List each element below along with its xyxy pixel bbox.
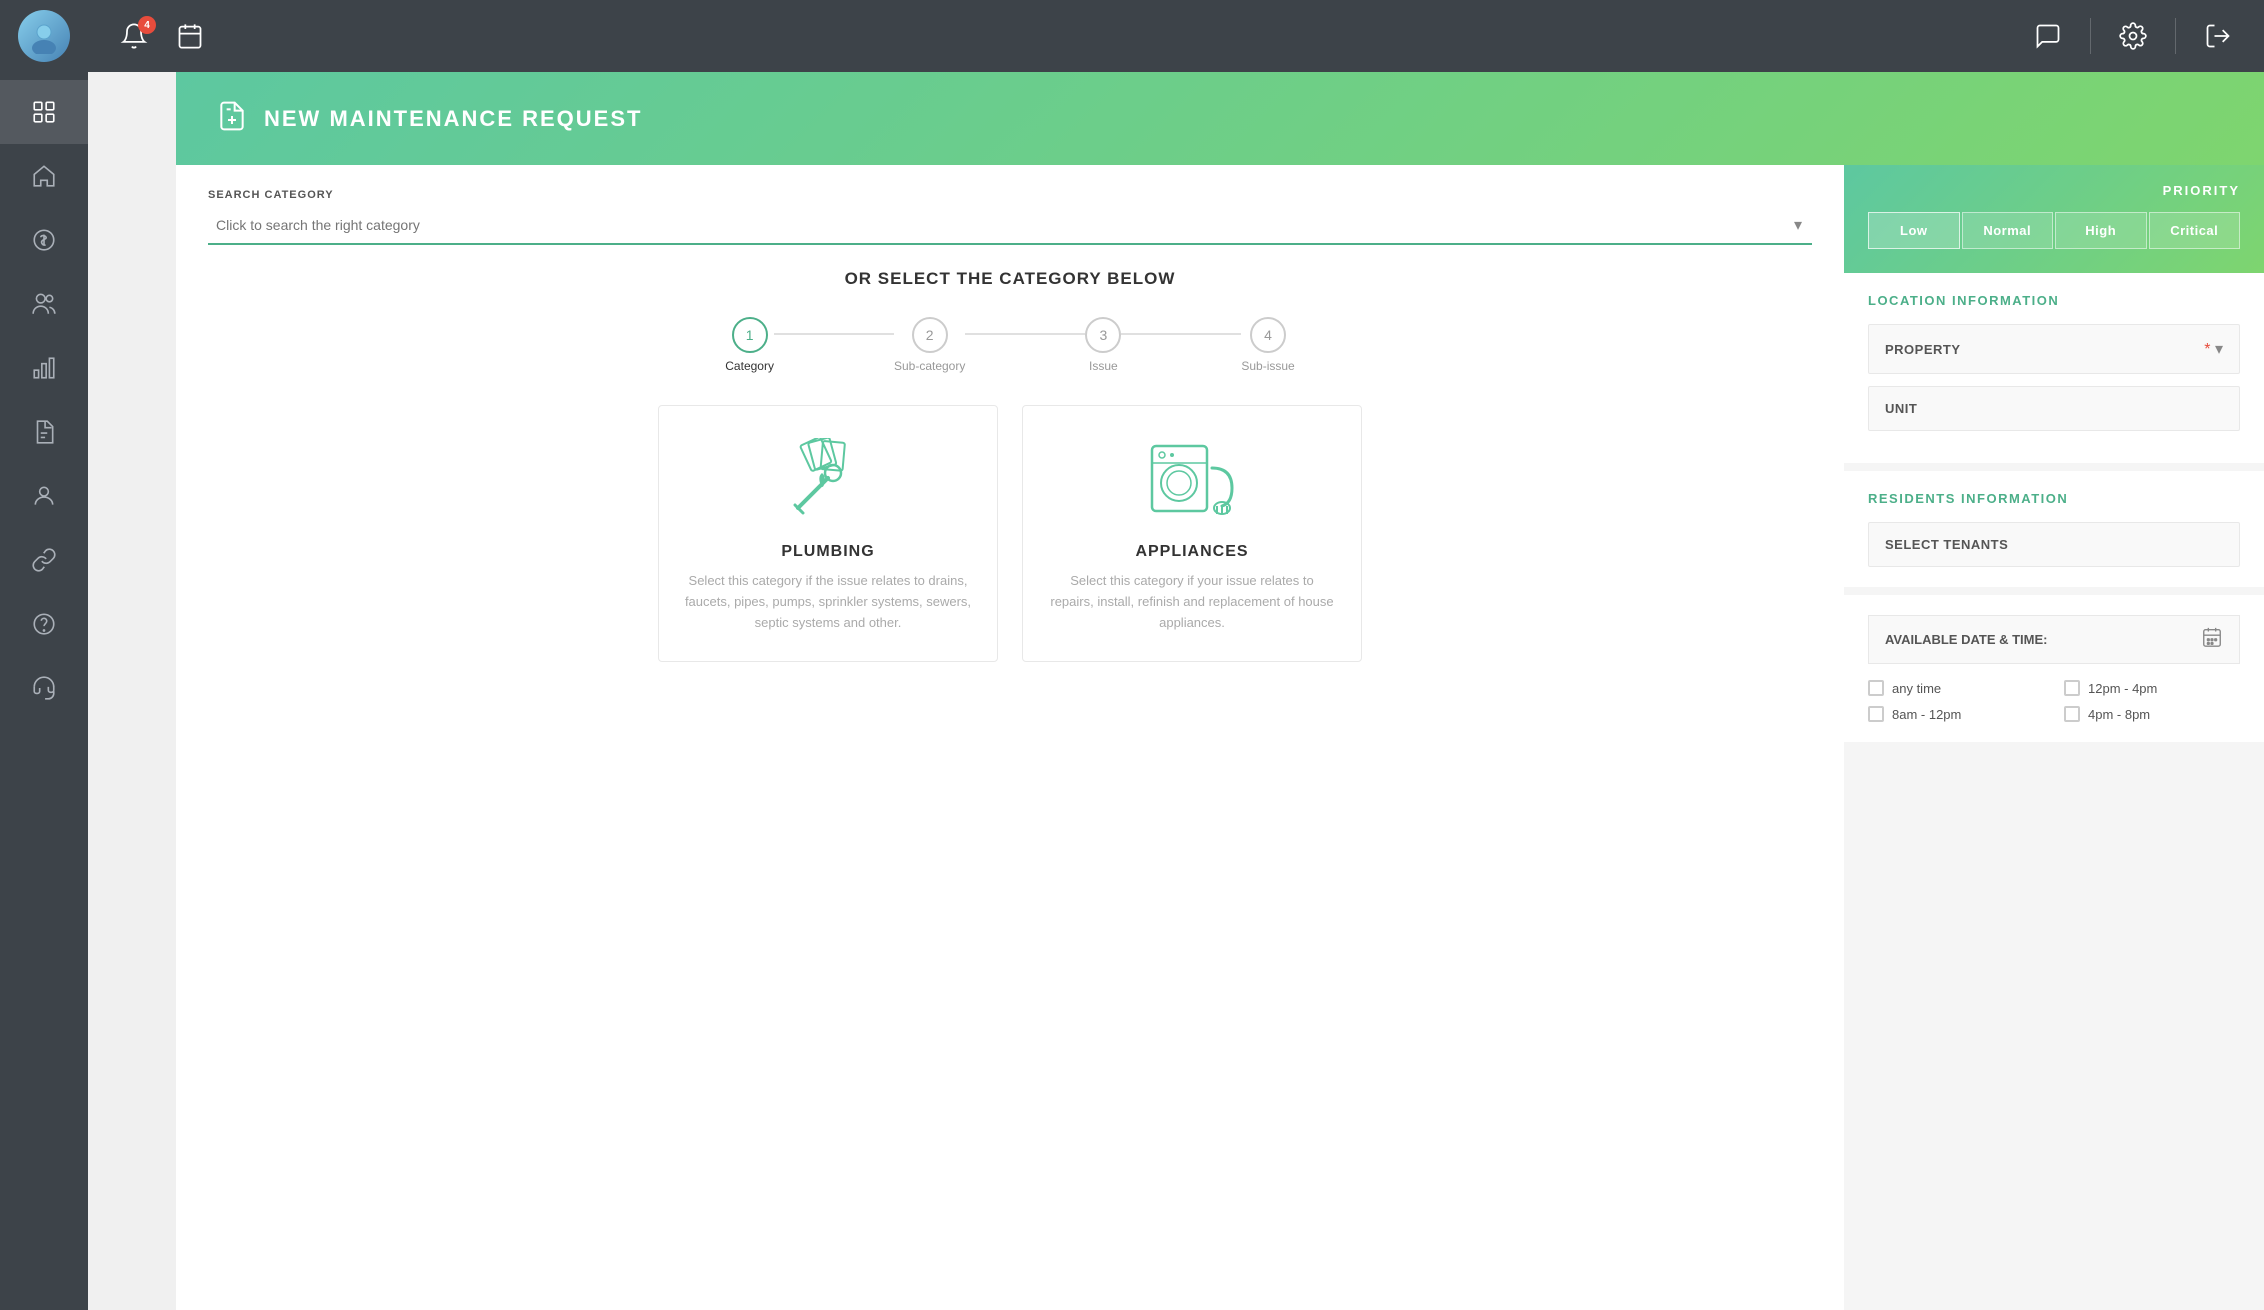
- calendar-picker-button[interactable]: [2201, 626, 2223, 653]
- location-section: LOCATION INFORMATION PROPERTY * ▾ UNIT: [1844, 273, 2264, 463]
- residents-section: RESIDENTS INFORMATION SELECT TENANTS: [1844, 471, 2264, 587]
- time-option-anytime-label: any time: [1892, 681, 1941, 696]
- priority-normal-button[interactable]: Normal: [1962, 212, 2054, 249]
- sidebar-item-home[interactable]: [0, 144, 88, 208]
- property-label: PROPERTY: [1885, 342, 1961, 357]
- search-input-wrap: ▾: [208, 207, 1812, 245]
- calendar-button[interactable]: [176, 22, 204, 50]
- time-options: any time 12pm - 4pm 8am - 12pm 4pm - 8pm: [1868, 680, 2240, 722]
- unit-field[interactable]: UNIT: [1868, 386, 2240, 431]
- appliances-icon: [1142, 438, 1242, 523]
- avatar: [0, 0, 88, 72]
- page-header-icon: [216, 100, 248, 137]
- datetime-section: AVAILABLE DATE & TIME: any time 12pm - 4…: [1844, 595, 2264, 742]
- sidebar-item-profile[interactable]: [0, 464, 88, 528]
- priority-high-button[interactable]: High: [2055, 212, 2147, 249]
- checkbox-8am-12pm[interactable]: [1868, 706, 1884, 722]
- unit-label: UNIT: [1885, 401, 1917, 416]
- step-line-2: [965, 333, 1085, 335]
- step-label-1: Category: [725, 359, 774, 373]
- step-4: 4 Sub-issue: [1241, 317, 1294, 373]
- time-option-12pm-4pm-label: 12pm - 4pm: [2088, 681, 2157, 696]
- step-circle-3: 3: [1085, 317, 1121, 353]
- plumbing-card-title: PLUMBING: [781, 543, 874, 561]
- plumbing-card-desc: Select this category if the issue relate…: [683, 571, 973, 633]
- appliances-card-desc: Select this category if your issue relat…: [1047, 571, 1337, 633]
- priority-low-button[interactable]: Low: [1868, 212, 1960, 249]
- chevron-down-icon: ▾: [2215, 341, 2223, 358]
- sidebar-item-reports[interactable]: [0, 336, 88, 400]
- priority-critical-button[interactable]: Critical: [2149, 212, 2241, 249]
- plumbing-icon: [778, 438, 878, 523]
- topbar-divider: [2090, 18, 2091, 54]
- page-title: NEW MAINTENANCE REQUEST: [264, 106, 642, 132]
- sidebar-item-users[interactable]: [0, 272, 88, 336]
- chevron-down-icon: ▾: [1794, 215, 1802, 235]
- sidebar-nav: [0, 72, 88, 1310]
- required-star: *: [2204, 341, 2210, 358]
- sidebar: [0, 0, 88, 1310]
- priority-label: PRIORITY: [1868, 183, 2240, 198]
- sidebar-item-payments[interactable]: [0, 208, 88, 272]
- time-option-anytime[interactable]: any time: [1868, 680, 2044, 696]
- notification-button[interactable]: 4: [120, 22, 148, 50]
- step-2: 2 Sub-category: [894, 317, 965, 373]
- main-content: NEW MAINTENANCE REQUEST SEARCH CATEGORY …: [176, 72, 2264, 1310]
- exit-button[interactable]: [2204, 22, 2232, 50]
- right-panel: PRIORITY Low Normal High Critical LOCATI…: [1844, 165, 2264, 1310]
- search-input[interactable]: [208, 207, 1812, 243]
- step-circle-2: 2: [912, 317, 948, 353]
- sidebar-item-documents[interactable]: [0, 400, 88, 464]
- category-card-appliances[interactable]: APPLIANCES Select this category if your …: [1022, 405, 1362, 662]
- sidebar-item-links[interactable]: [0, 528, 88, 592]
- stepper: 1 Category 2 Sub-category 3 Issue: [224, 317, 1796, 373]
- time-option-4pm-8pm-label: 4pm - 8pm: [2088, 707, 2150, 722]
- content-area: SEARCH CATEGORY ▾ OR SELECT THE CATEGORY…: [176, 165, 2264, 1310]
- datetime-label: AVAILABLE DATE & TIME:: [1885, 632, 2048, 647]
- time-option-12pm-4pm[interactable]: 12pm - 4pm: [2064, 680, 2240, 696]
- step-line-1: [774, 333, 894, 335]
- step-label-2: Sub-category: [894, 359, 965, 373]
- datetime-field: AVAILABLE DATE & TIME:: [1868, 615, 2240, 664]
- search-section: SEARCH CATEGORY ▾: [208, 189, 1812, 245]
- step-1: 1 Category: [725, 317, 774, 373]
- select-tenants-field[interactable]: SELECT TENANTS: [1868, 522, 2240, 567]
- category-cards: PLUMBING Select this category if the iss…: [224, 405, 1796, 662]
- residents-heading: RESIDENTS INFORMATION: [1868, 491, 2240, 506]
- page-header: NEW MAINTENANCE REQUEST: [176, 72, 2264, 165]
- left-panel: SEARCH CATEGORY ▾ OR SELECT THE CATEGORY…: [176, 165, 1844, 1310]
- checkbox-4pm-8pm[interactable]: [2064, 706, 2080, 722]
- step-circle-1: 1: [732, 317, 768, 353]
- sidebar-item-grid[interactable]: [0, 80, 88, 144]
- time-option-4pm-8pm[interactable]: 4pm - 8pm: [2064, 706, 2240, 722]
- checkbox-anytime[interactable]: [1868, 680, 1884, 696]
- topbar: 4: [88, 0, 2264, 72]
- notification-badge: 4: [138, 16, 156, 34]
- time-option-8am-12pm[interactable]: 8am - 12pm: [1868, 706, 2044, 722]
- step-label-3: Issue: [1089, 359, 1118, 373]
- sidebar-item-help[interactable]: [0, 592, 88, 656]
- search-label: SEARCH CATEGORY: [208, 189, 1812, 201]
- message-button[interactable]: [2034, 22, 2062, 50]
- time-option-8am-12pm-label: 8am - 12pm: [1892, 707, 1961, 722]
- checkbox-12pm-4pm[interactable]: [2064, 680, 2080, 696]
- step-label-4: Sub-issue: [1241, 359, 1294, 373]
- location-heading: LOCATION INFORMATION: [1868, 293, 2240, 308]
- property-field[interactable]: PROPERTY * ▾: [1868, 324, 2240, 374]
- step-line-3: [1121, 333, 1241, 335]
- topbar-divider-2: [2175, 18, 2176, 54]
- category-section-title: OR SELECT THE CATEGORY BELOW: [224, 269, 1796, 289]
- step-3: 3 Issue: [1085, 317, 1121, 373]
- appliances-card-title: APPLIANCES: [1135, 543, 1248, 561]
- priority-section: PRIORITY Low Normal High Critical: [1844, 165, 2264, 273]
- sidebar-item-support[interactable]: [0, 656, 88, 720]
- category-section: OR SELECT THE CATEGORY BELOW 1 Category …: [208, 269, 1812, 662]
- category-card-plumbing[interactable]: PLUMBING Select this category if the iss…: [658, 405, 998, 662]
- step-circle-4: 4: [1250, 317, 1286, 353]
- priority-buttons: Low Normal High Critical: [1868, 212, 2240, 249]
- settings-button[interactable]: [2119, 22, 2147, 50]
